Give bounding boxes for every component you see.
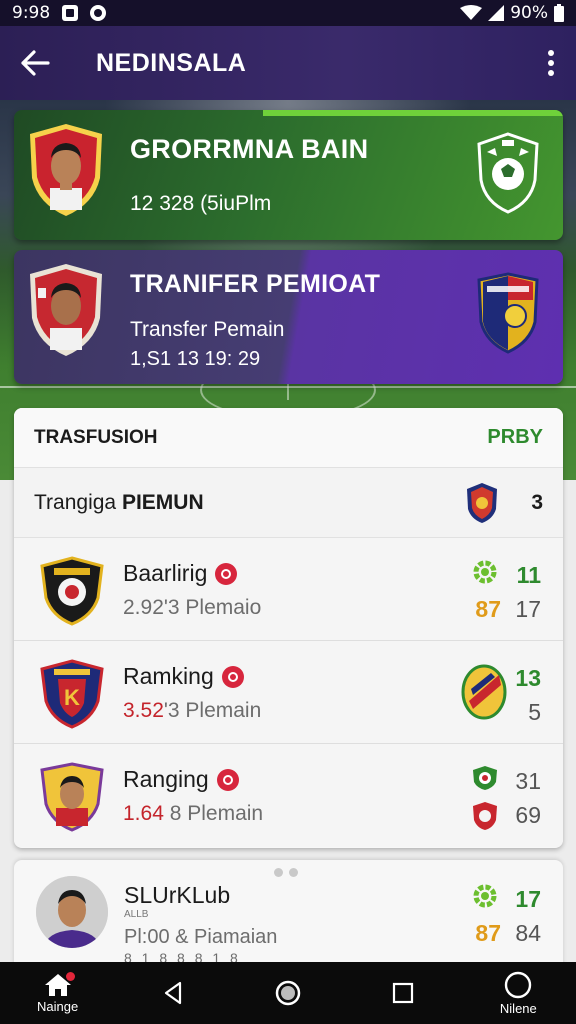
player-shield-portrait xyxy=(30,264,102,356)
list-item[interactable]: K Ramking 3.52'3 Plemain 13 5 xyxy=(14,641,563,744)
stat-value: 87 xyxy=(475,920,501,946)
club-crest-icon xyxy=(461,664,507,720)
stat-value: 11 xyxy=(516,562,541,588)
nav-recents-button[interactable] xyxy=(353,962,453,1024)
wifi-icon xyxy=(460,5,483,20)
club-tag: ALLB xyxy=(124,909,149,920)
stat-value: 84 xyxy=(515,920,541,946)
system-nav-bar: Nainge Nilene xyxy=(0,962,576,1024)
app-bar: NEDINSALA xyxy=(0,26,576,100)
ranking-panel: TRASFUSIOH PRBY Trangiga PIEMUN 3 Baarli… xyxy=(14,408,563,848)
list-item[interactable]: Baarlirig 2.92'3 Plemaio 11 87 17 xyxy=(14,538,563,641)
club-badge-icon xyxy=(215,562,238,585)
svg-text:K: K xyxy=(64,685,80,710)
club-name: Baarlirig xyxy=(123,560,238,587)
club-badge-icon xyxy=(221,665,244,688)
stat-value: 17 xyxy=(515,596,541,622)
stat-value: 13 xyxy=(515,665,541,691)
panel-header: TRASFUSIOH PRBY xyxy=(14,408,563,468)
image-icon xyxy=(62,5,79,21)
stat-value: 87 xyxy=(475,596,501,622)
club-name: Ramking xyxy=(123,663,244,690)
subheader-count: 3 xyxy=(531,490,543,514)
transfer-card[interactable]: TRANIFER PEMIOAT Transfer Pemain 1,S1 13… xyxy=(14,250,563,384)
stat-value: 31 xyxy=(515,768,541,794)
panel-action-link[interactable]: PRBY xyxy=(487,426,543,449)
more-vert-icon xyxy=(548,50,554,76)
club-detail: 1.64 8 Plemain xyxy=(123,802,264,825)
stat-value: 69 xyxy=(515,802,541,828)
player-shield-portrait xyxy=(40,762,104,832)
recents-square-icon xyxy=(393,982,414,1004)
panel-subheader-row[interactable]: Trangiga PIEMUN 3 xyxy=(14,468,563,538)
stat-value: 5 xyxy=(528,699,541,725)
home-circle-icon xyxy=(275,980,301,1006)
club-detail: 3.52'3 Plemain xyxy=(123,699,262,722)
nav-profile-label: Nilene xyxy=(499,1000,537,1016)
stat-value: 17 xyxy=(515,886,541,912)
status-bar: 9:98 90% xyxy=(0,0,576,26)
nav-home-label: Nainge xyxy=(36,998,79,1014)
club-badge-icon xyxy=(216,768,239,791)
card-accent-stripe xyxy=(263,110,563,116)
featured-title: GRORRMNA BAIN xyxy=(130,134,369,164)
subheader-label: Trangiga PIEMUN xyxy=(34,490,204,514)
nav-home[interactable]: Nainge xyxy=(8,962,108,1024)
more-options-button[interactable] xyxy=(526,26,576,100)
back-button[interactable] xyxy=(0,26,70,100)
notification-dot xyxy=(65,972,75,981)
club-crest-icon xyxy=(473,802,497,830)
back-triangle-icon xyxy=(164,981,181,1005)
club-logo xyxy=(40,556,104,626)
featured-player-card[interactable]: GRORRMNA BAIN 12 328 (5iuPlm xyxy=(14,110,563,240)
club-logo: K xyxy=(40,659,104,729)
soccer-ball-crest-icon xyxy=(477,132,539,214)
club-name: Ranging xyxy=(123,766,239,793)
transfer-title: TRANIFER PEMIOAT xyxy=(130,270,381,298)
battery-percent: 90% xyxy=(510,3,548,23)
panel-title: TRASFUSIOH xyxy=(34,426,158,448)
list-item[interactable]: Ranging 1.64 8 Plemain 31 69 xyxy=(14,744,563,847)
arrow-left-icon xyxy=(21,50,50,76)
player-shield-portrait xyxy=(30,124,102,216)
gear-icon xyxy=(473,560,497,584)
club-crest-icon xyxy=(467,482,497,523)
club-detail: 2.92'3 Plemaio xyxy=(123,596,262,619)
club-detail: Pl:00 & Piamaian xyxy=(124,926,278,948)
gear-icon xyxy=(473,884,497,908)
club-name: SLUrKLub xyxy=(124,882,231,908)
transfer-date: 1,S1 13 19: 29 xyxy=(130,348,261,370)
nav-profile[interactable]: Nilene xyxy=(468,962,568,1024)
transfer-subtitle: Transfer Pemain xyxy=(130,318,285,341)
club-crest-icon xyxy=(477,272,539,354)
page-indicator xyxy=(274,868,298,877)
signal-icon xyxy=(488,5,505,21)
avatar xyxy=(36,876,108,948)
nav-back-button[interactable] xyxy=(123,962,223,1024)
featured-subtitle: 12 328 (5iuPlm xyxy=(130,192,272,215)
battery-icon xyxy=(554,4,564,22)
club-crest-icon xyxy=(473,766,497,790)
nav-home-button[interactable] xyxy=(238,962,338,1024)
page-title: NEDINSALA xyxy=(96,48,247,77)
location-icon xyxy=(90,5,107,21)
profile-circle-icon xyxy=(505,971,532,998)
status-time: 9:98 xyxy=(12,3,51,23)
